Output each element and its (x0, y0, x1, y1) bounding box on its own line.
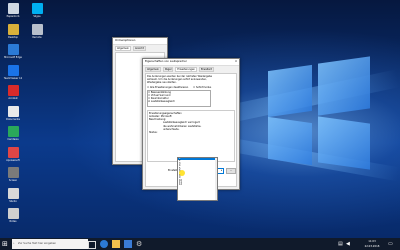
settings-button[interactable]: ... (226, 168, 236, 174)
desktop-icon[interactable]: Skype (24, 3, 50, 18)
desktop-icon-label: Dokumente (6, 117, 20, 121)
tab-strip: Allgemein Pegel Erweiterungen Erweitert (143, 66, 239, 73)
start-button[interactable]: ⊞ (2, 240, 10, 248)
studio-icon (7, 187, 19, 199)
chevron-down-icon: ▾ (220, 169, 222, 172)
checkbox-row: ☐ Alle Erweiterungen deaktivieren ☐ Sofo… (147, 86, 235, 89)
notes-icon (7, 208, 19, 219)
desktop-icon[interactable]: Studio (0, 187, 26, 203)
properties-group: Erweiterungseigenschaften Anbieter: Micr… (147, 109, 235, 162)
acrobat-icon (7, 85, 19, 96)
apowersoft-icon (7, 146, 19, 158)
recycle-bin-icon (7, 3, 19, 14)
skype-icon (31, 3, 43, 14)
document-icon (7, 105, 19, 117)
desktop-icon[interactable]: Papierkorb (0, 3, 26, 18)
window-title: Eigenschaften von Lautsprecher (145, 60, 187, 63)
desktop-icon[interactable]: Notes (0, 208, 26, 223)
wallpaper-window-pane (318, 116, 370, 170)
wallpaper-window-pane (268, 116, 312, 166)
edge-icon[interactable] (100, 240, 108, 248)
store-icon[interactable] (124, 240, 132, 248)
desktop-icon[interactable]: Microsoft Edge (0, 44, 26, 59)
teamviewer-icon (7, 64, 19, 76)
mouse-cursor (179, 170, 185, 176)
desktop-icon-label: Apowersoft (6, 158, 20, 162)
clock-date: 22.03.2018 (364, 245, 380, 248)
window-titlebar[interactable]: Ordneroptionen (113, 38, 167, 45)
desktop-icon[interactable]: Camtasia (0, 126, 26, 141)
status-label: Status: (149, 131, 158, 135)
desktop-icon-label: Papierkorb (6, 15, 20, 18)
tab-strip: Allgemein Ansicht (113, 45, 167, 52)
tab-levels[interactable]: Pegel (162, 67, 174, 72)
desktop-icon[interactable]: Acrobat (0, 85, 26, 100)
enhancements-list[interactable]: ☐ Bassverstärkung ☐ Virtual Surround ☐ R… (147, 89, 211, 107)
desktop-icon-label: Microsoft Edge (4, 56, 22, 59)
wallpaper-window-pane (268, 64, 312, 118)
desktop-icon[interactable]: Dokumente (0, 105, 26, 121)
description-line: Wiedergabe neu starten. (147, 81, 177, 85)
tab-enhancements[interactable]: Erweiterungen (175, 67, 197, 72)
camtasia-icon (7, 126, 19, 137)
taskbar: ⊞ ⌕ Zur Suche Text hier eingeben ⚙ ▤ ◀ 1… (0, 238, 400, 250)
desktop-icon-label: Skype (33, 15, 41, 18)
desktop-icon-label: Remote (32, 35, 42, 39)
desktop-icon-label: Camtasia (7, 138, 19, 141)
desktop-icon-label: Desktop (8, 35, 18, 39)
close-button[interactable]: ✕ (235, 59, 237, 65)
dropdown-option[interactable]: 12 (178, 184, 217, 187)
desktop-icon[interactable]: Apowersoft (0, 146, 26, 162)
clock[interactable]: 11:03 22.03.2018 (360, 239, 384, 249)
desktop-icon[interactable]: Screen (0, 167, 26, 182)
tab-general[interactable]: Allgemein (145, 67, 161, 72)
desktop-icon[interactable]: TeamViewer 12 (0, 64, 26, 80)
screen-icon (7, 167, 19, 178)
tab-general[interactable]: Allgemein (115, 46, 131, 51)
tab-view[interactable]: Ansicht (132, 46, 146, 51)
immediate-mode-label: Sofortmodus (195, 85, 212, 89)
settings-icon[interactable]: ⚙ (136, 240, 144, 248)
setting-dropdown-list[interactable]: 123456789101112 (177, 157, 218, 201)
wallpaper-window-pane (318, 56, 370, 116)
scrollbar[interactable] (215, 158, 217, 200)
app-icon (7, 23, 19, 35)
list-item[interactable]: ☑ Lautstärkeausgleich (148, 100, 210, 103)
search-placeholder: Zur Suche Text hier eingeben (18, 242, 57, 245)
task-view-icon[interactable] (88, 241, 96, 249)
volume-icon[interactable]: ◀ (346, 240, 354, 248)
search-icon: ⌕ (13, 242, 15, 245)
desktop-icon[interactable]: Remote (24, 23, 50, 39)
remote-icon (31, 23, 43, 35)
desktop-icon-label: TeamViewer 12 (3, 76, 23, 80)
tab-advanced[interactable]: Erweitert (198, 67, 214, 72)
notification-icon[interactable]: ▭ (388, 240, 396, 248)
network-icon[interactable]: ▤ (338, 240, 346, 248)
desktop-icon-label: Notes (9, 220, 17, 223)
desktop-icon-label: Studio (9, 199, 17, 203)
edge-icon (7, 44, 19, 55)
desktop-icon-label: Screen (8, 179, 18, 182)
desktop: Papierkorb Desktop Microsoft Edge TeamViewe… (0, 0, 400, 238)
desktop-icon-label: Acrobat (8, 97, 18, 100)
disable-all-label: Alle Erweiterungen deaktivieren (149, 85, 189, 89)
desktop-icon[interactable]: Desktop (0, 23, 26, 39)
window-title: Ordneroptionen (115, 39, 136, 42)
window-titlebar[interactable]: Eigenschaften von Lautsprecher ✕ (143, 59, 239, 66)
search-box[interactable]: ⌕ Zur Suche Text hier eingeben (12, 239, 88, 249)
file-explorer-icon[interactable] (112, 240, 120, 248)
